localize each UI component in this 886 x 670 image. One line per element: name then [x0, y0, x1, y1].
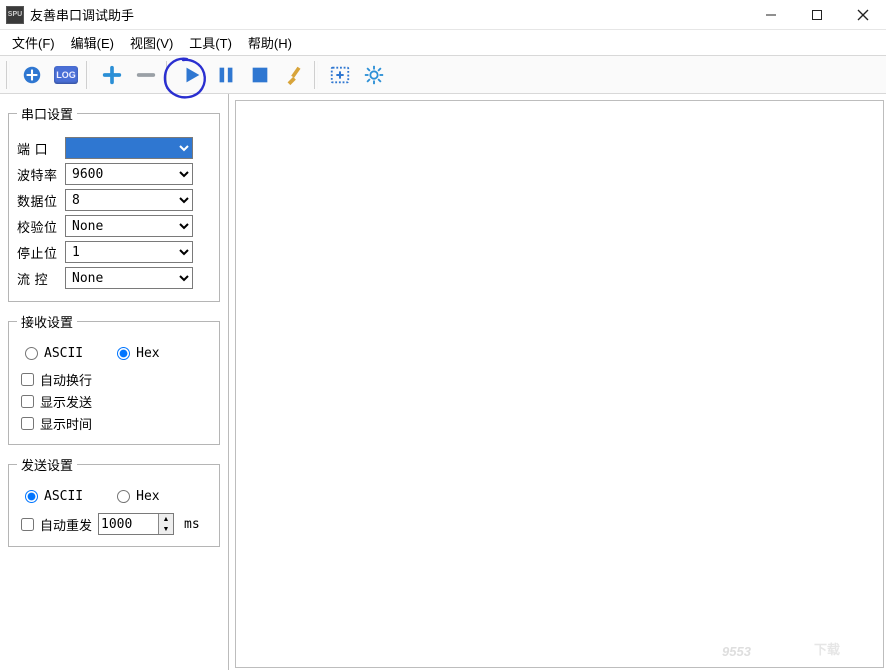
toolbar: LOG [0, 56, 886, 94]
recv-ascii-radio[interactable] [25, 347, 38, 360]
send-settings-group: 发送设置 ASCII Hex 自动重发 ▲▼ ms [8, 455, 220, 547]
pause-icon [215, 64, 237, 86]
close-button[interactable] [840, 0, 886, 30]
plus-button[interactable] [98, 61, 126, 89]
stop-button[interactable] [246, 61, 274, 89]
title-bar: SPU 友善串口调试助手 [0, 0, 886, 30]
clear-button[interactable] [280, 61, 308, 89]
serial-settings-legend: 串口设置 [17, 104, 77, 123]
recv-showsend-label: 显示发送 [40, 392, 92, 411]
send-hex-radio[interactable] [117, 490, 130, 503]
window-title: 友善串口调试助手 [30, 5, 134, 24]
gear-icon [363, 64, 385, 86]
menu-edit[interactable]: 编辑(E) [63, 30, 122, 55]
minimize-button[interactable] [748, 0, 794, 30]
receive-settings-group: 接收设置 ASCII Hex 自动换行 显示发送 显示时间 [8, 312, 220, 445]
recv-ascii-label: ASCII [44, 346, 83, 361]
recv-wrap-check[interactable] [21, 373, 34, 386]
parity-select[interactable]: None [65, 215, 193, 237]
new-tab-icon [329, 64, 351, 86]
auto-resend-check[interactable] [21, 518, 34, 531]
baud-label: 波特率 [17, 165, 59, 184]
maximize-icon [811, 9, 823, 21]
maximize-button[interactable] [794, 0, 840, 30]
flow-select[interactable]: None [65, 267, 193, 289]
new-tab-button[interactable] [326, 61, 354, 89]
log-icon: LOG [54, 66, 78, 84]
baud-select[interactable]: 9600 [65, 163, 193, 185]
output-panel [228, 94, 886, 670]
play-icon [181, 64, 203, 86]
play-button[interactable] [178, 61, 206, 89]
add-port-button[interactable] [18, 61, 46, 89]
auto-resend-label: 自动重发 [40, 515, 92, 534]
spin-buttons[interactable]: ▲▼ [158, 514, 173, 534]
minimize-icon [765, 9, 777, 21]
port-label: 端 口 [17, 139, 59, 158]
receive-settings-legend: 接收设置 [17, 312, 77, 331]
toolbar-separator [86, 61, 90, 89]
settings-button[interactable] [360, 61, 388, 89]
toolbar-separator [166, 61, 170, 89]
send-ascii-label: ASCII [44, 489, 83, 504]
log-button[interactable]: LOG [52, 61, 80, 89]
stopbits-label: 停止位 [17, 243, 59, 262]
pause-button[interactable] [212, 61, 240, 89]
toolbar-separator [6, 61, 10, 89]
client-area: 串口设置 端 口 波特率 9600 数据位 8 校验位 [0, 94, 886, 670]
output-textarea[interactable] [235, 100, 884, 668]
menu-file[interactable]: 文件(F) [4, 30, 63, 55]
parity-label: 校验位 [17, 217, 59, 236]
left-panel: 串口设置 端 口 波特率 9600 数据位 8 校验位 [0, 94, 228, 670]
port-select[interactable] [65, 137, 193, 159]
recv-hex-radio[interactable] [117, 347, 130, 360]
toolbar-separator [314, 61, 318, 89]
app-icon: SPU [6, 6, 24, 24]
resend-unit-label: ms [184, 517, 200, 532]
recv-wrap-label: 自动换行 [40, 370, 92, 389]
minus-button[interactable] [132, 61, 160, 89]
databits-select[interactable]: 8 [65, 189, 193, 211]
flow-label: 流 控 [17, 269, 59, 288]
menu-tools[interactable]: 工具(T) [181, 30, 240, 55]
menu-bar: 文件(F) 编辑(E) 视图(V) 工具(T) 帮助(H) [0, 30, 886, 56]
send-hex-label: Hex [136, 489, 159, 504]
serial-settings-group: 串口设置 端 口 波特率 9600 数据位 8 校验位 [8, 104, 220, 302]
stopbits-select[interactable]: 1 [65, 241, 193, 263]
recv-showsend-check[interactable] [21, 395, 34, 408]
send-settings-legend: 发送设置 [17, 455, 77, 474]
add-port-icon [21, 64, 43, 86]
menu-view[interactable]: 视图(V) [122, 30, 181, 55]
send-ascii-radio[interactable] [25, 490, 38, 503]
recv-hex-label: Hex [136, 346, 159, 361]
menu-help[interactable]: 帮助(H) [240, 30, 300, 55]
plus-icon [101, 64, 123, 86]
recv-showtime-label: 显示时间 [40, 414, 92, 433]
brush-icon [283, 64, 305, 86]
recv-showtime-check[interactable] [21, 417, 34, 430]
stop-icon [249, 64, 271, 86]
databits-label: 数据位 [17, 191, 59, 210]
minus-icon [135, 64, 157, 86]
close-icon [857, 9, 869, 21]
